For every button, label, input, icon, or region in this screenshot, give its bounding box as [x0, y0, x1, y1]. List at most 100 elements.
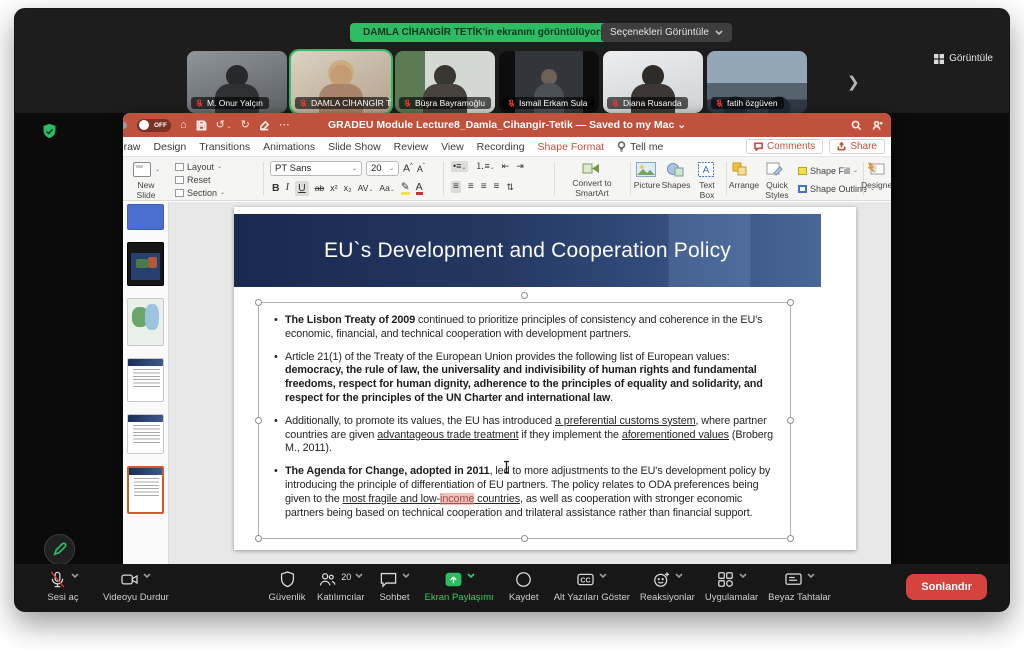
- toolbar-button-cc[interactable]: CCAlt Yazıları Göster: [554, 570, 630, 603]
- align-left-button[interactable]: ≡: [451, 181, 461, 193]
- toolbar-button-camera[interactable]: Videoyu Durdur: [103, 570, 169, 603]
- participant-tile[interactable]: Ismail Erkam Sula: [499, 51, 599, 113]
- character-spacing-button[interactable]: AV⌄: [358, 184, 374, 193]
- slide-thumbnail-panel[interactable]: [123, 202, 169, 564]
- resize-handle[interactable]: [255, 535, 262, 542]
- toolbar-button-chat[interactable]: Sohbet: [375, 570, 415, 603]
- tab-design[interactable]: Design: [154, 141, 187, 153]
- autosave-toggle[interactable]: OFF: [137, 119, 171, 132]
- underline-button[interactable]: U: [295, 181, 309, 196]
- highlight-color-button[interactable]: ✎: [401, 182, 410, 196]
- slide-text-box-selected[interactable]: The Lisbon Treaty of 2009 continued to p…: [258, 302, 791, 539]
- toolbar-button-record[interactable]: Kaydet: [504, 570, 544, 603]
- tab-animations[interactable]: Animations: [263, 141, 315, 153]
- indent-button[interactable]: ⇥: [516, 162, 524, 171]
- slide-thumbnail[interactable]: [127, 298, 164, 346]
- bullets-button[interactable]: •≡⌄: [451, 161, 468, 172]
- picture-button[interactable]: [636, 162, 656, 179]
- italic-button[interactable]: I: [286, 183, 290, 194]
- slide-thumbnail-current[interactable]: [127, 466, 164, 514]
- tab-slide-show[interactable]: Slide Show: [328, 141, 381, 153]
- slide-canvas[interactable]: EU`s Development and Cooperation Policy …: [234, 207, 856, 550]
- shape-fill-button[interactable]: Shape Fill⌄: [798, 164, 858, 177]
- arrange-button[interactable]: [732, 162, 749, 178]
- search-icon[interactable]: [851, 120, 862, 131]
- resize-handle[interactable]: [787, 535, 794, 542]
- toolbar-button-shield[interactable]: Güvenlik: [267, 570, 307, 603]
- designer-button[interactable]: [867, 162, 885, 178]
- tab-draw[interactable]: Draw: [123, 141, 141, 153]
- share-button[interactable]: Share: [829, 139, 885, 154]
- tab-shape-format[interactable]: Shape Format: [538, 141, 605, 153]
- shapes-button[interactable]: [666, 162, 684, 179]
- resize-handle[interactable]: [787, 417, 794, 424]
- line-spacing-button[interactable]: ⇅: [506, 183, 514, 192]
- comments-button[interactable]: Comments: [746, 139, 823, 154]
- toolbar-button-whiteboard[interactable]: Beyaz Tahtalar: [768, 570, 831, 603]
- view-options-button[interactable]: Seçenekleri Görüntüle: [601, 23, 732, 42]
- ppt-titlebar[interactable]: OFF ⌂ ↺ ⌄ ↻ ⋯ GRADEU Module Lecture8_Dam…: [123, 113, 891, 137]
- more-icon[interactable]: ⋯: [279, 120, 290, 131]
- tab-view[interactable]: View: [441, 141, 464, 153]
- font-color-button[interactable]: A: [416, 182, 423, 196]
- security-shield-icon[interactable]: [41, 123, 58, 140]
- participant-tile[interactable]: DAMLA CİHANGİR TETİK: [291, 51, 391, 113]
- font-name-select[interactable]: PT Sans⌄: [270, 161, 362, 176]
- grow-font-button[interactable]: A^: [403, 163, 413, 174]
- participant-tile[interactable]: M. Onur Yalçın: [187, 51, 287, 113]
- gallery-view-button[interactable]: Görüntüle: [934, 53, 993, 64]
- section-button[interactable]: Section⌄: [175, 186, 225, 199]
- shrink-font-button[interactable]: Aˇ: [417, 164, 425, 174]
- tab-transitions[interactable]: Transitions: [199, 141, 250, 153]
- new-slide-button[interactable]: ⌄: [133, 162, 160, 177]
- toolbar-button-share-screen[interactable]: Ekran Paylaşımı: [425, 570, 494, 603]
- resize-handle[interactable]: [255, 299, 262, 306]
- toolbar-button-participants[interactable]: 20Katılımcılar: [317, 570, 365, 603]
- home-icon[interactable]: ⌂: [180, 120, 187, 131]
- next-participants-arrow[interactable]: ❯: [847, 73, 860, 91]
- bold-button[interactable]: B: [272, 183, 280, 194]
- outdent-button[interactable]: ⇤: [502, 162, 510, 171]
- justify-button[interactable]: ≡: [494, 182, 500, 192]
- annotation-pen-button[interactable]: [44, 534, 75, 565]
- slide-thumbnail[interactable]: [127, 358, 164, 402]
- resize-handle[interactable]: [255, 417, 262, 424]
- format-painter-icon[interactable]: [259, 120, 270, 131]
- subscript-button[interactable]: x₂: [344, 184, 352, 193]
- tab-recording[interactable]: Recording: [477, 141, 525, 153]
- participant-name: Büşra Bayramoğlu: [415, 98, 485, 108]
- strikethrough-button[interactable]: ab: [315, 184, 324, 193]
- layout-button[interactable]: Layout⌄: [175, 160, 225, 173]
- superscript-button[interactable]: x²: [330, 184, 338, 193]
- toolbar-button-mic-muted[interactable]: Sesi aç: [43, 570, 83, 603]
- smartart-button[interactable]: [582, 162, 600, 178]
- slide-thumbnail[interactable]: [127, 414, 164, 454]
- quick-styles-button[interactable]: [766, 162, 783, 178]
- toolbar-button-reactions[interactable]: Reaksiyonlar: [640, 570, 695, 603]
- tab-review[interactable]: Review: [394, 141, 428, 153]
- reset-button[interactable]: Reset: [175, 173, 225, 186]
- resize-handle[interactable]: [521, 292, 528, 299]
- align-center-button[interactable]: ≡: [468, 182, 474, 192]
- resize-handle[interactable]: [521, 535, 528, 542]
- save-icon[interactable]: [196, 120, 207, 131]
- redo-icon[interactable]: ↻: [241, 120, 250, 131]
- change-case-button[interactable]: Aa⌄: [379, 184, 394, 193]
- share-user-icon[interactable]: [872, 120, 883, 131]
- participant-tile[interactable]: Diana Rusanda: [603, 51, 703, 113]
- text-box-button[interactable]: A: [698, 162, 714, 179]
- traffic-light-partial[interactable]: [123, 122, 127, 129]
- slide-thumbnail[interactable]: [127, 204, 164, 230]
- slide-title-banner[interactable]: EU`s Development and Cooperation Policy: [234, 214, 821, 287]
- end-meeting-button[interactable]: Sonlandır: [906, 574, 987, 600]
- slide-thumbnail[interactable]: [127, 242, 164, 286]
- toolbar-button-apps[interactable]: Uygulamalar: [705, 570, 758, 603]
- participant-tile[interactable]: Büşra Bayramoğlu: [395, 51, 495, 113]
- participant-tile[interactable]: fatih özgüven: [707, 51, 807, 113]
- tab-tell-me[interactable]: Tell me: [617, 141, 663, 153]
- undo-icon[interactable]: ↺ ⌄: [216, 120, 232, 131]
- font-size-select[interactable]: 20⌄: [366, 161, 399, 176]
- numbering-button[interactable]: ⒈≡⌄: [475, 162, 494, 171]
- align-right-button[interactable]: ≡: [481, 182, 487, 192]
- resize-handle[interactable]: [787, 299, 794, 306]
